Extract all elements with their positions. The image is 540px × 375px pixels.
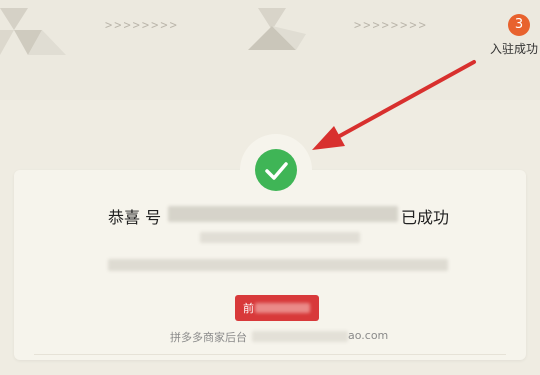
primary-action-button[interactable]: 前 (235, 295, 319, 321)
redacted-shop-name (168, 206, 398, 222)
footer-text-suffix: ao.com (348, 329, 389, 342)
primary-action-label: 前 (243, 302, 254, 315)
check-icon (255, 149, 297, 191)
result-title-prefix: 恭喜 号 (108, 208, 162, 227)
redacted-subtitle (200, 232, 360, 243)
result-title-suffix: 已成功 (401, 208, 450, 227)
redacted-description (108, 259, 448, 271)
card-divider (34, 354, 506, 355)
redacted-button-text (255, 303, 310, 313)
redacted-footer-link (252, 331, 348, 342)
footer-text-prefix: 拼多多商家后台 (170, 331, 247, 344)
